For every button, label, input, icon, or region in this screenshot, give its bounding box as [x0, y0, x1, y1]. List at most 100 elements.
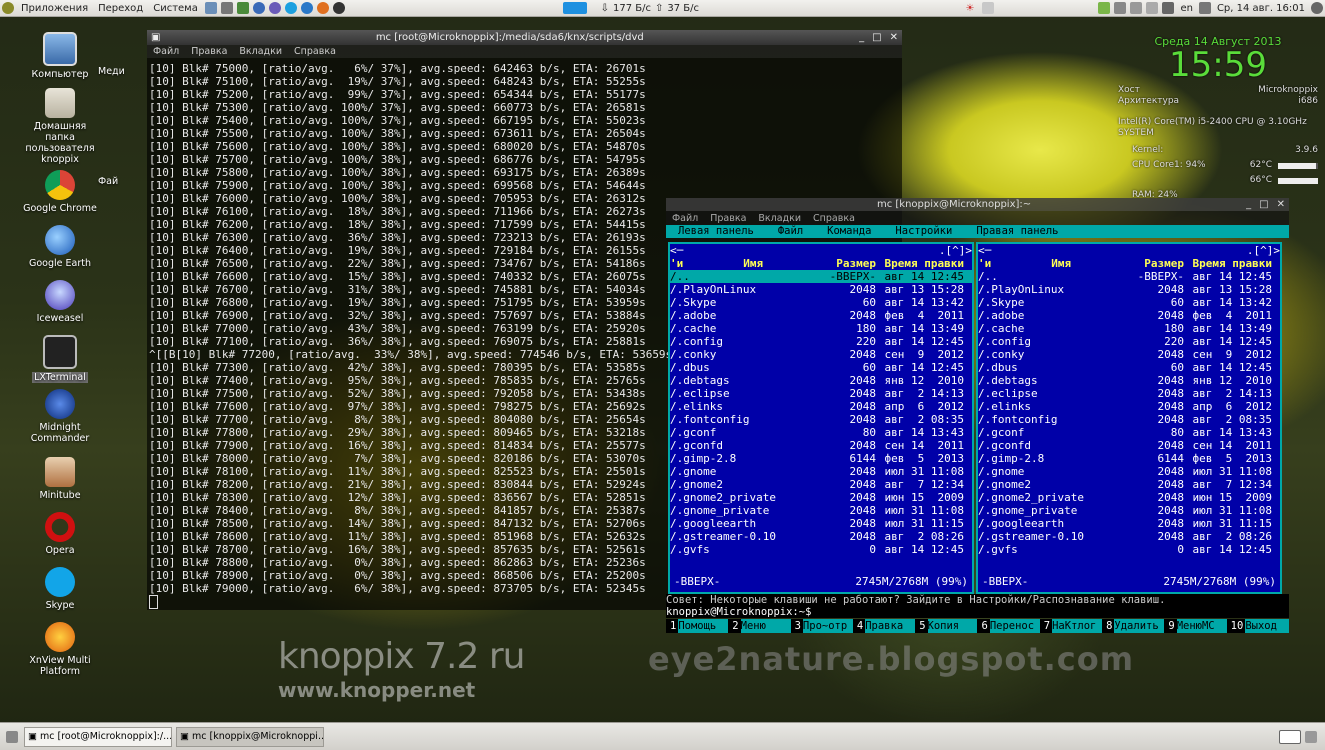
file-row[interactable]: /.gvfs 0 авг 14 12:45	[670, 543, 972, 556]
tray-app-icon[interactable]	[982, 2, 995, 14]
desktop-icon-chrome[interactable]: Google Chrome	[20, 170, 100, 214]
menu-file[interactable]: Файл	[666, 213, 704, 224]
mc-right-panel[interactable]: <─ .[^]> 'и Имя Размер Время правки /.. -В…	[976, 242, 1282, 594]
fkey-9[interactable]: 9 МенюMC	[1164, 619, 1227, 633]
fkey-5[interactable]: 5 Копия	[915, 619, 978, 633]
file-row[interactable]: /.PlayOnLinux 2048 авг 13 15:28	[978, 283, 1280, 296]
file-row[interactable]: /.cache 180 авг 14 13:49	[978, 322, 1280, 335]
desktop-icon-opera[interactable]: Opera	[20, 512, 100, 556]
col-mtime[interactable]: Время правки	[876, 257, 968, 270]
workspace-pager[interactable]	[1279, 729, 1301, 744]
window-titlebar[interactable]: ▣ mc [root@Microknoppix]:/media/sda6/knx…	[147, 30, 902, 45]
mc-menu-file[interactable]: Файл	[766, 225, 815, 238]
menu-applications[interactable]: Приложения	[16, 3, 93, 14]
file-row[interactable]: /.. -ВВЕРХ-авг 14 12:45	[978, 270, 1280, 283]
file-row[interactable]: /.conky 2048 сен 9 2012	[978, 348, 1280, 361]
distro-logo-icon[interactable]	[2, 2, 14, 14]
panel-corner-buttons[interactable]: .[^]>	[1247, 244, 1280, 257]
fkey-4[interactable]: 4 Правка	[853, 619, 916, 633]
desktop-icon-home[interactable]: Домашняя папка пользователя knoppix	[20, 88, 100, 165]
mc-menu-command[interactable]: Команда	[815, 225, 883, 238]
desktop-icon-xnview[interactable]: XnView Multi Platform	[20, 622, 100, 677]
file-row[interactable]: /.Skype 60 авг 14 13:42	[978, 296, 1280, 309]
menu-tabs[interactable]: Вкладки	[233, 46, 288, 57]
fkey-2[interactable]: 2 Меню	[728, 619, 791, 633]
file-row[interactable]: /.gstreamer-0.10 2048 авг 2 08:26	[670, 530, 972, 543]
file-row[interactable]: /.conky 2048 сен 9 2012	[670, 348, 972, 361]
fkey-1[interactable]: 1 Помощь	[666, 619, 729, 633]
file-row[interactable]: /.googleearth 2048 июл 31 11:15	[670, 517, 972, 530]
file-row[interactable]: /.debtags 2048 янв 12 2010	[978, 374, 1280, 387]
close-icon[interactable]: ✕	[1277, 199, 1285, 210]
mc-command-prompt[interactable]: knoppix@Microknoppix:~$	[666, 606, 1289, 618]
file-row[interactable]: /.gnome 2048 июл 31 11:08	[670, 465, 972, 478]
window-titlebar[interactable]: mc [knoppix@Microknoppix]:~ _ □ ✕	[666, 198, 1289, 211]
file-row[interactable]: /.config 220 авг 14 12:45	[670, 335, 972, 348]
file-row[interactable]: /.eclipse 2048 авг 2 14:13	[670, 387, 972, 400]
iceweasel-launcher-icon[interactable]	[268, 2, 281, 14]
skype-launcher-icon[interactable]	[284, 2, 297, 14]
file-row[interactable]: /.gconfd 2048 сен 14 2011	[670, 439, 972, 452]
file-row[interactable]: /.gnome_private 2048 июл 31 11:08	[670, 504, 972, 517]
mc-window[interactable]: mc [knoppix@Microknoppix]:~ _ □ ✕ Файл П…	[666, 198, 1289, 634]
task-button-mc-knoppix[interactable]: ▣ mc [knoppix@Microknoppi...	[176, 726, 324, 747]
file-row[interactable]: /.PlayOnLinux 2048 авг 13 15:28	[670, 283, 972, 296]
file-row[interactable]: /.gimp-2.8 6144 фев 5 2013	[978, 452, 1280, 465]
menu-system[interactable]: Система	[148, 3, 203, 14]
menu-places[interactable]: Переход	[93, 3, 148, 14]
file-row[interactable]: /.gstreamer-0.10 2048 авг 2 08:26	[978, 530, 1280, 543]
file-row[interactable]: /.gconf 80 авг 14 13:43	[978, 426, 1280, 439]
fkey-3[interactable]: 3 Про~отр	[791, 619, 853, 633]
trash-icon[interactable]	[1305, 730, 1317, 743]
file-row[interactable]: /.adobe 2048 фев 4 2011	[978, 309, 1280, 322]
close-icon[interactable]: ✕	[890, 32, 898, 43]
file-row[interactable]: /.dbus 60 авг 14 12:45	[978, 361, 1280, 374]
desktop-icon-skype[interactable]: Skype	[20, 567, 100, 611]
col-name[interactable]: Имя	[1051, 257, 1071, 270]
file-row[interactable]: /.fontconfig 2048 авг 2 08:35	[670, 413, 972, 426]
col-mtime[interactable]: Время правки	[1184, 257, 1276, 270]
fkey-7[interactable]: 7 НаКтлог	[1040, 619, 1103, 633]
file-row[interactable]: /.adobe 2048 фев 4 2011	[670, 309, 972, 322]
desktop-icon-midnight-commander[interactable]: Midnight Commander	[20, 389, 100, 444]
xnview-launcher-icon[interactable]	[316, 2, 329, 14]
workspace-switcher[interactable]	[562, 2, 587, 14]
monitor-launcher-icon[interactable]	[220, 2, 233, 14]
tray-chat-icon[interactable]	[1098, 2, 1111, 14]
volume-icon[interactable]	[1198, 2, 1211, 14]
keyboard-layout[interactable]: en	[1180, 3, 1193, 14]
file-row[interactable]: /.. -ВВЕРХ-авг 14 12:45	[670, 270, 972, 283]
fkey-8[interactable]: 8 Удалить	[1102, 619, 1165, 633]
desktop-icon-lxterminal[interactable]: LXTerminal	[20, 335, 100, 383]
file-row[interactable]: /.gnome_private 2048 июл 31 11:08	[978, 504, 1280, 517]
task-button-terminal-root[interactable]: ▣ mc [root@Microknoppix]:/...	[24, 726, 172, 747]
file-row[interactable]: /.eclipse 2048 авг 2 14:13	[978, 387, 1280, 400]
col-size[interactable]: Размер	[822, 257, 876, 270]
file-row[interactable]: /.gnome2_private 2048 июн 15 2009	[670, 491, 972, 504]
menu-tabs[interactable]: Вкладки	[752, 213, 807, 224]
menu-help[interactable]: Справка	[807, 213, 861, 224]
tray-update-icon[interactable]	[1114, 2, 1127, 14]
fkey-10[interactable]: 10 Выход	[1227, 619, 1289, 633]
menu-file[interactable]: Файл	[147, 46, 185, 57]
browser-launcher-icon[interactable]	[252, 2, 265, 14]
desktop-icon-iceweasel[interactable]: Iceweasel	[20, 280, 100, 324]
mc-menu-left-panel[interactable]: Левая панель	[666, 225, 766, 238]
desktop-icon-computer[interactable]: Компьютер	[20, 32, 100, 80]
file-row[interactable]: /.Skype 60 авг 14 13:42	[670, 296, 972, 309]
file-row[interactable]: /.gnome2 2048 авг 7 12:34	[978, 478, 1280, 491]
file-row[interactable]: /.cache 180 авг 14 13:49	[670, 322, 972, 335]
file-row[interactable]: /.debtags 2048 янв 12 2010	[670, 374, 972, 387]
file-row[interactable]: /.gnome2 2048 авг 7 12:34	[670, 478, 972, 491]
file-row[interactable]: /.gconfd 2048 сен 14 2011	[978, 439, 1280, 452]
desktop-icon-google-earth[interactable]: Google Earth	[20, 225, 100, 269]
file-row[interactable]: /.elinks 2048 апр 6 2012	[670, 400, 972, 413]
weather-sun-icon[interactable]: ☀	[965, 3, 974, 14]
file-row[interactable]: /.gconf 80 авг 14 13:43	[670, 426, 972, 439]
tray-wifi-icon[interactable]	[1146, 2, 1159, 14]
mc-left-panel[interactable]: <─ .[^]> 'и Имя Размер Время правки /.. -В…	[668, 242, 974, 594]
fkey-6[interactable]: 6 Перенос	[977, 619, 1040, 633]
file-row[interactable]: /.gnome 2048 июл 31 11:08	[978, 465, 1280, 478]
file-row[interactable]: /.gimp-2.8 6144 фев 5 2013	[670, 452, 972, 465]
file-row[interactable]: /.gvfs 0 авг 14 12:45	[978, 543, 1280, 556]
